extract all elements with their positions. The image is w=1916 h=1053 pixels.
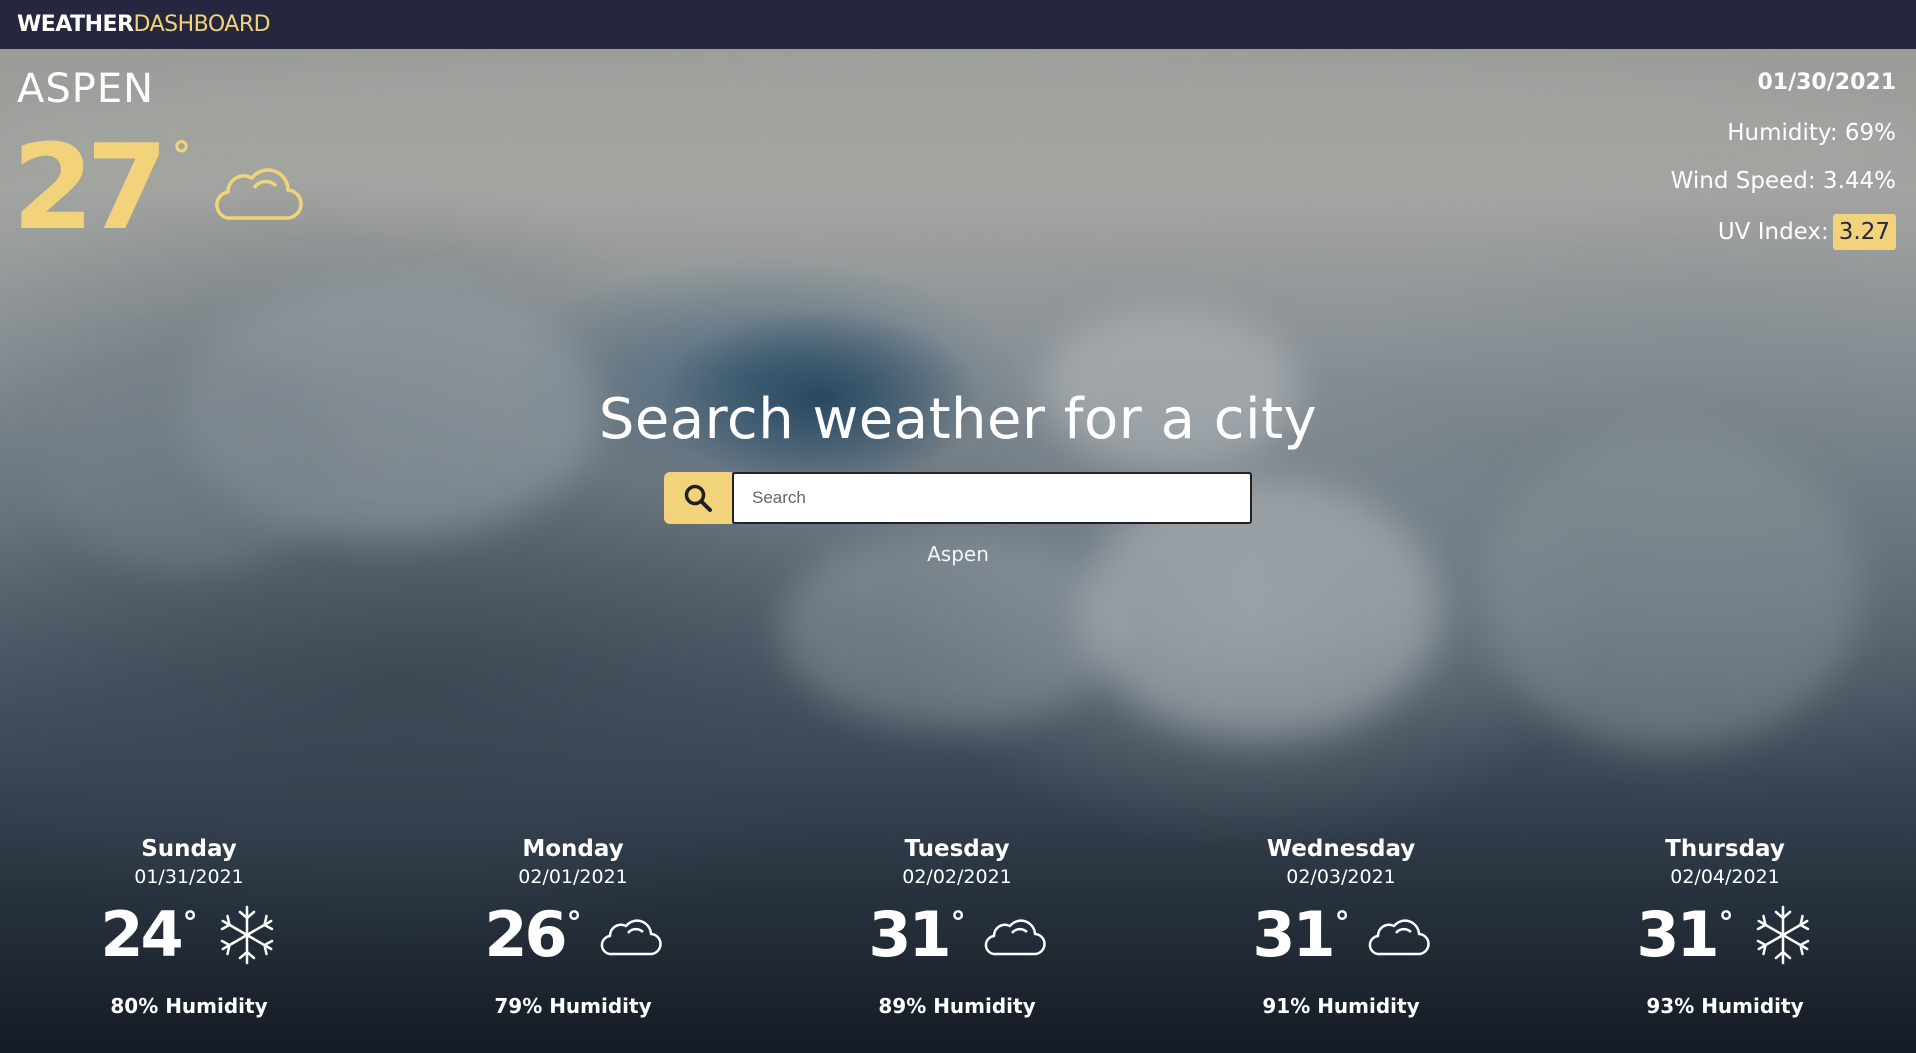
- forecast-date: 01/31/2021: [134, 866, 244, 888]
- forecast-card: Monday 02/01/2021 26 ° 79% Humidity: [413, 836, 733, 1018]
- forecast-temperature: 31: [1252, 898, 1335, 971]
- uv-index-badge: 3.27: [1832, 214, 1896, 250]
- current-city: ASPEN: [17, 66, 155, 112]
- cloud-icon: [600, 919, 662, 956]
- current-humidity: Humidity: 69%: [1727, 120, 1896, 146]
- current-details: 01/30/2021 Humidity: 69% Wind Speed: 3.4…: [1670, 70, 1896, 250]
- forecast-degree-symbol: °: [1334, 906, 1350, 941]
- cloud-icon: [215, 168, 303, 220]
- forecast-degree-symbol: °: [950, 906, 966, 941]
- brand-dashboard: DASHBOARD: [133, 12, 271, 37]
- forecast-humidity: 79% Humidity: [494, 994, 652, 1018]
- top-navbar: WEATHER DASHBOARD: [0, 0, 1916, 49]
- snowflake-icon: [1756, 905, 1809, 965]
- forecast-date: 02/02/2021: [902, 866, 1012, 888]
- current-date: 01/30/2021: [1757, 70, 1896, 95]
- forecast-date: 02/03/2021: [1286, 866, 1396, 888]
- forecast-card: Thursday 02/04/2021 31 ° 93% Humidity: [1565, 836, 1885, 1018]
- search-icon: [684, 484, 712, 512]
- forecast-card: Wednesday 02/03/2021 31 ° 91% Humidity: [1181, 836, 1501, 1018]
- cloud-icon: [1368, 919, 1430, 956]
- search-input[interactable]: [732, 472, 1252, 524]
- cloud-icon: [984, 919, 1046, 956]
- current-wind-speed: Wind Speed: 3.44%: [1670, 168, 1896, 194]
- forecast-date: 02/01/2021: [518, 866, 628, 888]
- forecast-day-name: Monday: [522, 836, 624, 862]
- forecast-card: Tuesday 02/02/2021 31 ° 89% Humidity: [797, 836, 1117, 1018]
- forecast-humidity: 89% Humidity: [878, 994, 1036, 1018]
- forecast-card: Sunday 01/31/2021 24 ° 80% Humidity: [29, 836, 349, 1018]
- forecast-temperature: 26: [484, 898, 567, 971]
- forecast-humidity: 91% Humidity: [1262, 994, 1420, 1018]
- forecast-degree-symbol: °: [182, 906, 198, 941]
- five-day-forecast: Sunday 01/31/2021 24 ° 80% Humidity Monda…: [0, 836, 1916, 1018]
- forecast-day-name: Tuesday: [904, 836, 1010, 862]
- uv-index-label: UV Index:: [1717, 219, 1829, 245]
- search-button[interactable]: [664, 472, 732, 524]
- search-heading: Search weather for a city: [598, 387, 1318, 452]
- forecast-temperature: 31: [868, 898, 951, 971]
- forecast-humidity: 80% Humidity: [110, 994, 268, 1018]
- forecast-day-name: Sunday: [141, 836, 237, 862]
- search-history-item[interactable]: Aspen: [0, 542, 1916, 566]
- brand-weather: WEATHER: [17, 12, 134, 37]
- forecast-temperature: 31: [1636, 898, 1719, 971]
- forecast-temperature: 24: [100, 898, 183, 971]
- forecast-day-name: Thursday: [1665, 836, 1785, 862]
- forecast-date: 02/04/2021: [1670, 866, 1780, 888]
- snowflake-icon: [220, 905, 273, 965]
- current-degree-symbol: °: [172, 134, 191, 178]
- forecast-humidity: 93% Humidity: [1646, 994, 1804, 1018]
- forecast-degree-symbol: °: [1718, 906, 1734, 941]
- forecast-degree-symbol: °: [566, 906, 582, 941]
- uv-index-row: UV Index: 3.27: [1671, 214, 1896, 250]
- forecast-day-name: Wednesday: [1266, 836, 1416, 862]
- search-bar: [664, 472, 1252, 524]
- current-temperature: 27: [12, 118, 168, 256]
